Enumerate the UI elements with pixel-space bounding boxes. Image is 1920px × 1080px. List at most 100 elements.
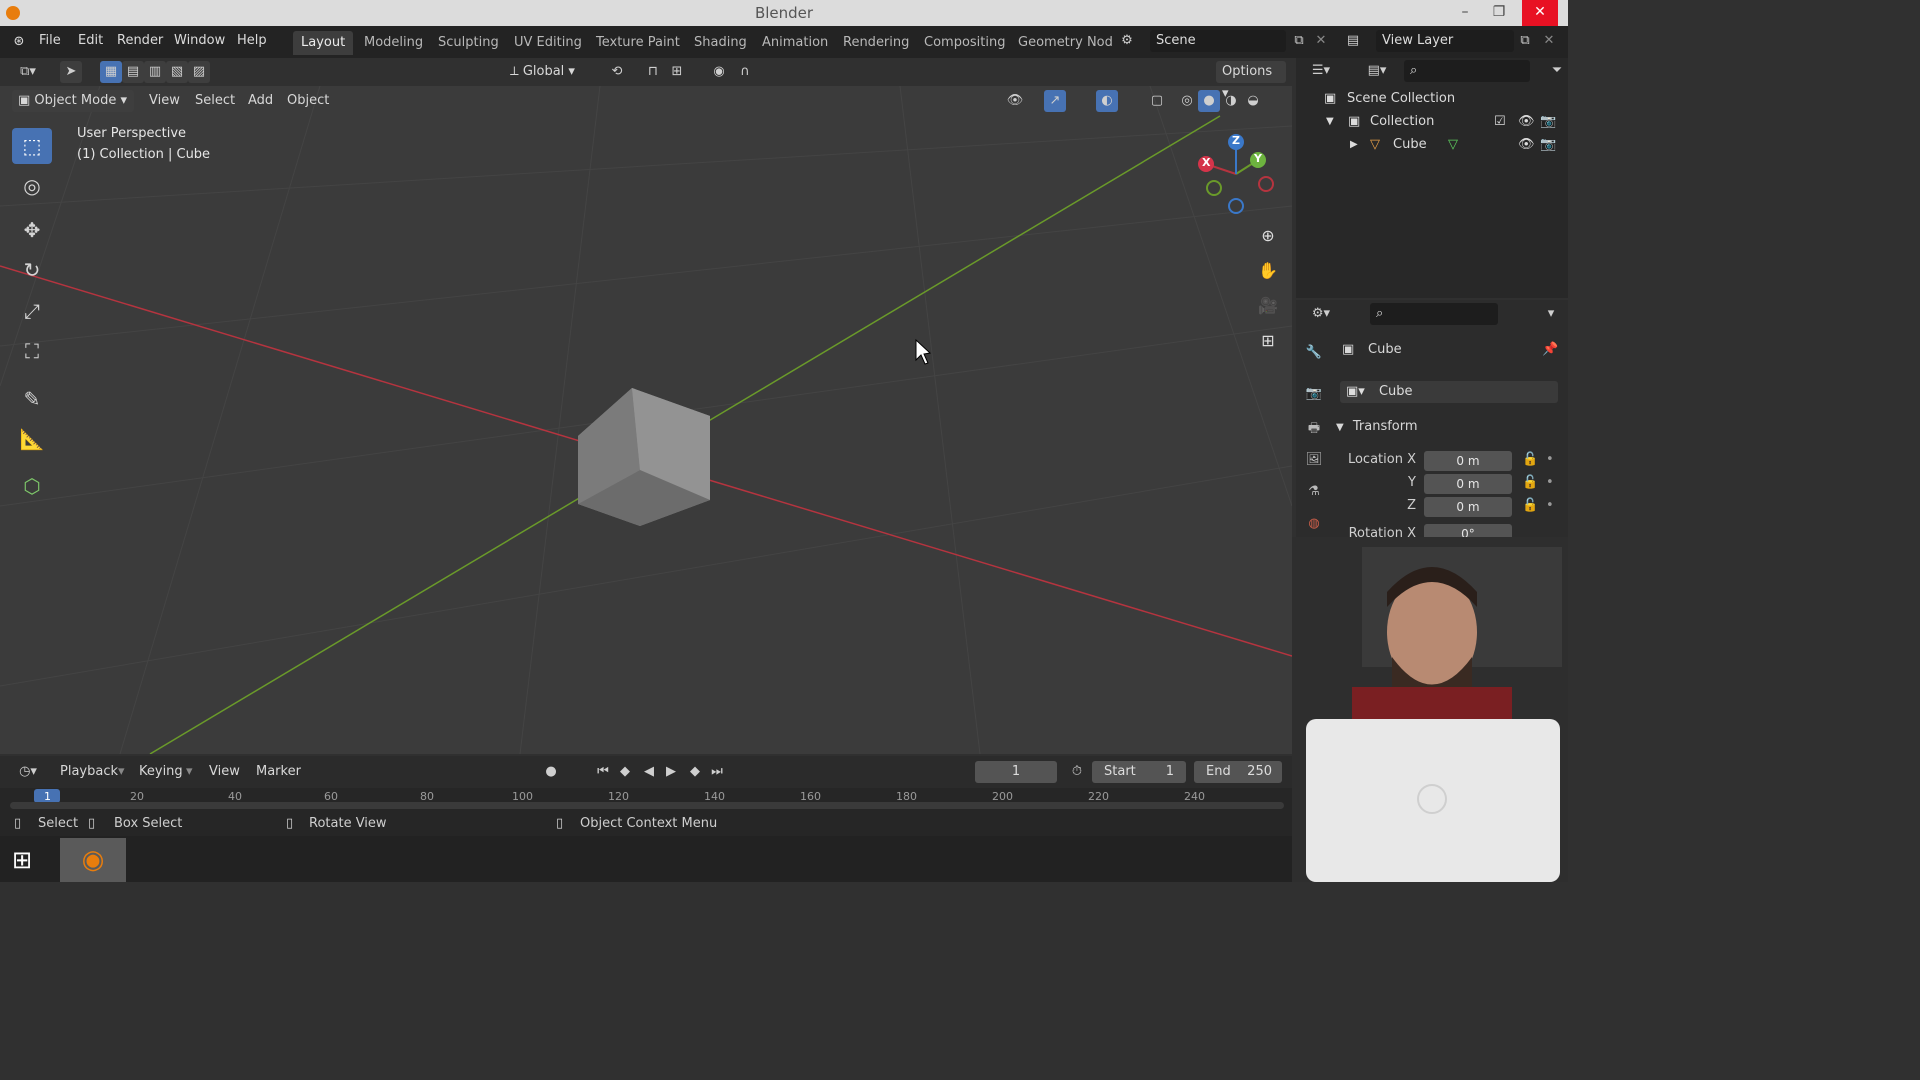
start-frame-field[interactable]: Start 1: [1092, 761, 1186, 783]
tool-select-box-icon[interactable]: ⬚: [12, 128, 52, 164]
select-intersect-icon[interactable]: ▨: [188, 61, 210, 83]
scene-name-field[interactable]: Scene: [1150, 30, 1286, 52]
view-layer-selector-icon[interactable]: ▤: [1342, 30, 1364, 52]
ortho-grid-icon[interactable]: ⊞: [1254, 327, 1282, 355]
tool-move-icon[interactable]: ✥: [12, 212, 52, 248]
tab-uv-editing[interactable]: UV Editing: [506, 31, 590, 55]
delete-view-layer-icon[interactable]: ✕: [1538, 30, 1560, 52]
menu-add[interactable]: Add: [248, 93, 273, 108]
pivot-point-icon[interactable]: ⟲: [606, 61, 628, 83]
close-button[interactable]: ✕: [1522, 0, 1558, 26]
auto-keying-icon[interactable]: ●: [540, 761, 562, 783]
pan-hand-icon[interactable]: ✋: [1254, 257, 1282, 285]
maximize-button[interactable]: ❐: [1482, 0, 1516, 26]
menu-help[interactable]: Help: [237, 33, 267, 48]
properties-search-input[interactable]: ⌕: [1370, 303, 1498, 325]
menu-view[interactable]: View: [149, 93, 180, 108]
menu-window[interactable]: Window: [174, 33, 225, 48]
windows-start-icon[interactable]: ⊞: [12, 846, 42, 874]
minimize-button[interactable]: –: [1448, 0, 1482, 26]
tab-compositing[interactable]: Compositing: [916, 31, 1014, 55]
world-properties-icon[interactable]: ◍: [1304, 516, 1324, 538]
tab-animation[interactable]: Animation: [754, 31, 836, 55]
editor-type-icon[interactable]: ⧉▾: [12, 61, 44, 83]
select-extend-icon[interactable]: ▤: [122, 61, 144, 83]
expand-arrow-icon[interactable]: ▶: [1350, 134, 1358, 156]
tool-transform-icon[interactable]: ⛶: [12, 333, 52, 369]
visibility-icon[interactable]: 👁: [1004, 90, 1026, 112]
tab-shading[interactable]: Shading: [686, 31, 755, 55]
current-frame-field[interactable]: 1: [975, 761, 1057, 783]
tab-modeling[interactable]: Modeling: [356, 31, 431, 55]
view-layer-field[interactable]: View Layer: [1376, 30, 1514, 52]
falloff-icon[interactable]: ∩: [734, 61, 756, 83]
menu-edit[interactable]: Edit: [78, 33, 103, 48]
transform-orientation-dropdown[interactable]: ⟂ Global ▾: [504, 61, 592, 83]
play-reverse-icon[interactable]: ◀: [638, 761, 660, 783]
jump-prev-keyframe-icon[interactable]: ◆: [614, 761, 636, 783]
render-properties-icon[interactable]: 📷: [1304, 386, 1324, 408]
pin-icon[interactable]: 📌: [1542, 342, 1558, 357]
select-tool-icon[interactable]: ➤: [60, 61, 82, 83]
view-layer-properties-icon[interactable]: 🖼: [1304, 452, 1324, 474]
outliner-collection[interactable]: ▼ ▣ Collection ☑ 👁 📷: [1296, 111, 1568, 133]
jump-start-icon[interactable]: ⏮: [592, 761, 614, 783]
options-dropdown[interactable]: Options ▾: [1216, 61, 1286, 101]
end-frame-field[interactable]: End 250: [1194, 761, 1282, 783]
solid-shading-icon[interactable]: ●: [1198, 90, 1220, 112]
timeline-scrollbar[interactable]: [10, 802, 1284, 809]
eye-icon[interactable]: 👁: [1518, 111, 1535, 133]
select-subtract-icon[interactable]: ▥: [144, 61, 166, 83]
play-icon[interactable]: ▶: [660, 761, 682, 783]
render-camera-icon[interactable]: 📷: [1540, 111, 1556, 133]
tool-rotate-icon[interactable]: ↻: [12, 252, 52, 288]
tab-texture-paint[interactable]: Texture Paint: [588, 31, 688, 55]
location-x-field[interactable]: 0 m: [1424, 451, 1512, 471]
tab-geometry-nodes[interactable]: Geometry Nod: [1010, 31, 1121, 55]
select-new-icon[interactable]: ▦: [100, 61, 122, 83]
select-invert-icon[interactable]: ▧: [166, 61, 188, 83]
properties-options-icon[interactable]: ▾: [1540, 303, 1562, 325]
preview-range-icon[interactable]: ⏱: [1066, 761, 1088, 783]
menu-render[interactable]: Render: [117, 33, 163, 48]
delete-scene-icon[interactable]: ✕: [1310, 30, 1332, 52]
xray-toggle-icon[interactable]: ▢: [1146, 90, 1168, 112]
output-properties-icon[interactable]: 🖶: [1304, 419, 1324, 441]
menu-object[interactable]: Object: [287, 93, 329, 108]
lock-icon[interactable]: 🔓: [1522, 452, 1538, 467]
lock-icon[interactable]: 🔓: [1522, 475, 1538, 490]
tool-cursor-icon[interactable]: ◎: [12, 168, 52, 204]
outliner-search-input[interactable]: ⌕: [1404, 60, 1530, 82]
jump-next-keyframe-icon[interactable]: ◆: [684, 761, 706, 783]
menu-file[interactable]: File: [39, 33, 61, 48]
proportional-edit-icon[interactable]: ◉: [708, 61, 730, 83]
menu-select[interactable]: Select: [195, 93, 235, 108]
rendered-shading-icon[interactable]: ◒: [1242, 90, 1264, 112]
snap-target-icon[interactable]: ⊞: [666, 61, 688, 83]
scene-selector-icon[interactable]: ⚙: [1116, 30, 1138, 52]
object-datablock-field[interactable]: ▣▾ Cube: [1340, 381, 1558, 403]
keyframe-dot-icon[interactable]: •: [1546, 452, 1554, 467]
wireframe-shading-icon[interactable]: ◎: [1176, 90, 1198, 112]
tool-annotate-icon[interactable]: ✎: [12, 381, 52, 417]
outliner-editor-type-icon[interactable]: ☰▾: [1306, 60, 1336, 82]
tool-scale-icon[interactable]: ⤢: [12, 293, 52, 329]
outliner-object-cube[interactable]: ▶ ▽ Cube ▽ 👁 📷: [1296, 134, 1568, 156]
timeline-ruler[interactable]: 1 20 40 60 80 100 120 140 160 180 200 22…: [0, 788, 1292, 812]
scene-properties-icon[interactable]: ⚗: [1304, 484, 1324, 506]
transform-panel-header[interactable]: ▼ Transform: [1336, 416, 1568, 438]
zoom-icon[interactable]: ⊕: [1254, 222, 1282, 250]
timeline-editor-type-icon[interactable]: ◷▾: [12, 761, 44, 783]
menu-keying[interactable]: Keying: [139, 764, 183, 779]
outliner-scene-collection[interactable]: ▣ Scene Collection: [1296, 88, 1568, 110]
overlay-toggle-icon[interactable]: ◐: [1096, 90, 1118, 112]
lock-icon[interactable]: 🔓: [1522, 498, 1538, 513]
menu-marker[interactable]: Marker: [256, 764, 301, 779]
menu-playback[interactable]: Playback: [60, 764, 118, 779]
tab-layout[interactable]: Layout: [293, 31, 354, 55]
keyframe-dot-icon[interactable]: •: [1546, 475, 1554, 490]
exclude-checkbox-icon[interactable]: ☑: [1494, 111, 1506, 133]
collapse-arrow-icon[interactable]: ▼: [1326, 111, 1334, 133]
tool-add-cube-icon[interactable]: ⬡: [12, 468, 52, 504]
properties-editor-type-icon[interactable]: ⚙▾: [1306, 303, 1336, 325]
